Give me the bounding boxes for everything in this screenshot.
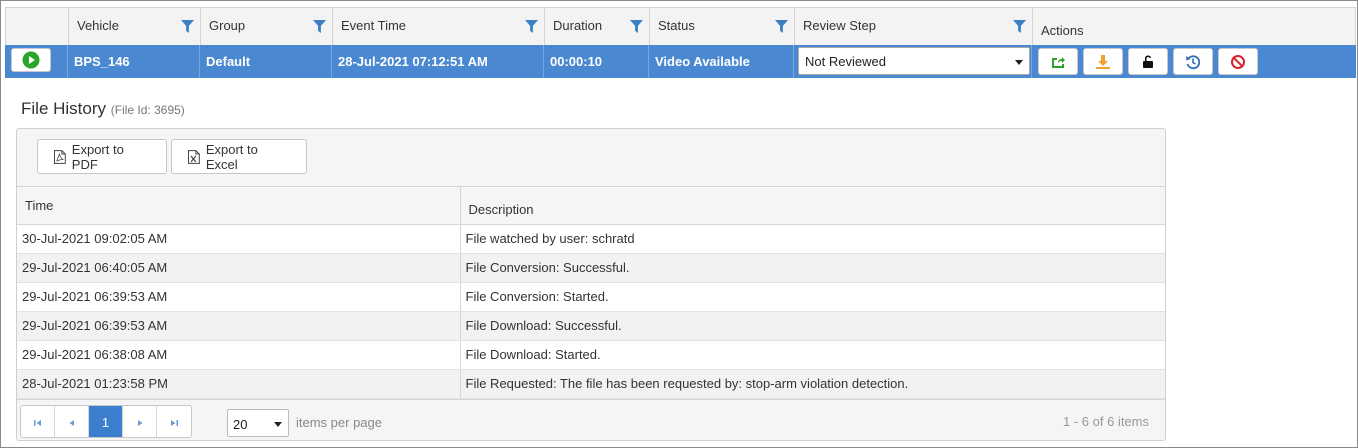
table-row[interactable]: 30-Jul-2021 09:02:05 AM File watched by …: [17, 224, 1165, 254]
cell-time: 30-Jul-2021 09:02:05 AM: [17, 224, 461, 254]
cell-description: File Conversion: Started.: [460, 282, 1165, 312]
play-cell: [5, 45, 68, 78]
table-row[interactable]: 28-Jul-2021 01:23:58 PM File Requested: …: [17, 369, 1165, 399]
table-row[interactable]: 29-Jul-2021 06:40:05 AM File Conversion:…: [17, 253, 1165, 283]
filter-icon[interactable]: [775, 20, 788, 33]
pdf-file-icon: [54, 149, 66, 164]
cell-description: File Conversion: Successful.: [460, 253, 1165, 283]
export-pdf-button[interactable]: Export to PDF: [37, 139, 167, 174]
cell-vehicle: BPS_146: [68, 45, 200, 78]
header-status-label: Status: [658, 18, 695, 33]
grid-header: Vehicle Group Event Time Duration Status…: [5, 7, 1356, 46]
header-review-step[interactable]: Review Step: [795, 8, 1033, 46]
header-group-label: Group: [209, 18, 246, 33]
last-page-icon: [171, 419, 178, 426]
filter-icon[interactable]: [525, 20, 538, 33]
cell-event-time: 28-Jul-2021 07:12:51 AM: [332, 45, 544, 78]
first-page-button[interactable]: [21, 406, 55, 437]
filter-icon[interactable]: [181, 20, 194, 33]
unlock-button[interactable]: [1128, 48, 1168, 75]
last-page-button[interactable]: [157, 406, 191, 437]
header-group[interactable]: Group: [201, 8, 333, 46]
file-history-title: File History (File Id: 3695): [21, 99, 185, 119]
header-duration[interactable]: Duration: [545, 8, 650, 46]
block-icon: [1231, 54, 1245, 69]
table-row[interactable]: 29-Jul-2021 06:39:53 AM File Download: S…: [17, 311, 1165, 341]
pager-buttons: 1: [20, 405, 192, 438]
share-button[interactable]: [1038, 48, 1078, 75]
table-row[interactable]: BPS_146 Default 28-Jul-2021 07:12:51 AM …: [5, 45, 1356, 78]
pager-info: 1 - 6 of 6 items: [1063, 414, 1149, 429]
cell-status: Video Available: [649, 45, 794, 78]
chevron-down-icon: [1015, 60, 1023, 65]
header-event-time-label: Event Time: [341, 18, 407, 33]
next-page-button[interactable]: [123, 406, 157, 437]
share-icon: [1052, 56, 1065, 68]
block-button[interactable]: [1218, 48, 1258, 75]
cell-group: Default: [200, 45, 332, 78]
cell-time: 29-Jul-2021 06:39:53 AM: [17, 311, 461, 341]
file-history-panel: Export to PDF Export to Excel Time Descr…: [16, 128, 1166, 441]
history-header-row: Time Description: [17, 187, 1165, 225]
first-page-icon: [33, 419, 41, 426]
table-row[interactable]: 29-Jul-2021 06:38:08 AM File Download: S…: [17, 340, 1165, 370]
play-icon: [22, 51, 40, 69]
cell-time: 29-Jul-2021 06:39:53 AM: [17, 282, 461, 312]
header-actions: Actions: [1033, 8, 1355, 46]
history-table: Time Description 30-Jul-2021 09:02:05 AM…: [17, 187, 1165, 399]
cell-actions: [1032, 45, 1356, 78]
header-vehicle-label: Vehicle: [77, 18, 119, 33]
header-review-step-label: Review Step: [803, 18, 876, 33]
prev-page-button[interactable]: [55, 406, 89, 437]
cell-description: File watched by user: schratd: [460, 224, 1165, 254]
page-button-current[interactable]: 1: [89, 406, 123, 437]
download-icon: [1096, 54, 1110, 69]
header-actions-label: Actions: [1041, 23, 1084, 38]
cell-description: File Requested: The file has been reques…: [460, 369, 1165, 399]
column-header-time[interactable]: Time: [17, 187, 461, 225]
filter-icon[interactable]: [1013, 20, 1026, 33]
export-excel-button[interactable]: Export to Excel: [171, 139, 307, 174]
history-button[interactable]: [1173, 48, 1213, 75]
app-frame: Vehicle Group Event Time Duration Status…: [0, 0, 1358, 448]
cell-duration: 00:00:10: [544, 45, 649, 78]
export-excel-label: Export to Excel: [205, 141, 258, 172]
next-page-icon: [137, 419, 142, 426]
header-event-time[interactable]: Event Time: [333, 8, 545, 46]
excel-file-icon: [188, 149, 200, 164]
play-button[interactable]: [11, 48, 51, 72]
file-id-label: (File Id: 3695): [110, 103, 185, 117]
table-row[interactable]: 29-Jul-2021 06:39:53 AM File Conversion:…: [17, 282, 1165, 312]
review-step-value: Not Reviewed: [805, 54, 886, 69]
export-pdf-label: Export to PDF: [71, 141, 124, 172]
items-per-page-label: items per page: [296, 415, 382, 430]
cell-description: File Download: Successful.: [460, 311, 1165, 341]
items-per-page-value: 20: [233, 417, 248, 432]
history-icon: [1186, 54, 1201, 69]
header-duration-label: Duration: [553, 18, 603, 33]
cell-description: File Download: Started.: [460, 340, 1165, 370]
pager: 1 20 items per page 1 - 6 of 6 items: [17, 399, 1165, 440]
cell-time: 28-Jul-2021 01:23:58 PM: [17, 369, 461, 399]
column-header-description[interactable]: Description: [460, 187, 1165, 225]
filter-icon[interactable]: [630, 20, 643, 33]
cell-review-step: Not Reviewed: [794, 45, 1032, 78]
prev-page-icon: [69, 419, 74, 426]
page-title: File History: [21, 99, 107, 118]
cell-time: 29-Jul-2021 06:40:05 AM: [17, 253, 461, 283]
header-vehicle[interactable]: Vehicle: [69, 8, 201, 46]
review-step-select[interactable]: Not Reviewed: [798, 47, 1030, 75]
filter-icon[interactable]: [313, 20, 326, 33]
header-status[interactable]: Status: [650, 8, 795, 46]
export-toolbar: Export to PDF Export to Excel: [17, 129, 1165, 187]
unlock-icon: [1143, 55, 1153, 68]
items-per-page-select[interactable]: 20: [227, 409, 289, 437]
header-select: [6, 8, 69, 46]
download-button[interactable]: [1083, 48, 1123, 75]
cell-time: 29-Jul-2021 06:38:08 AM: [17, 340, 461, 370]
chevron-down-icon: [274, 422, 282, 427]
